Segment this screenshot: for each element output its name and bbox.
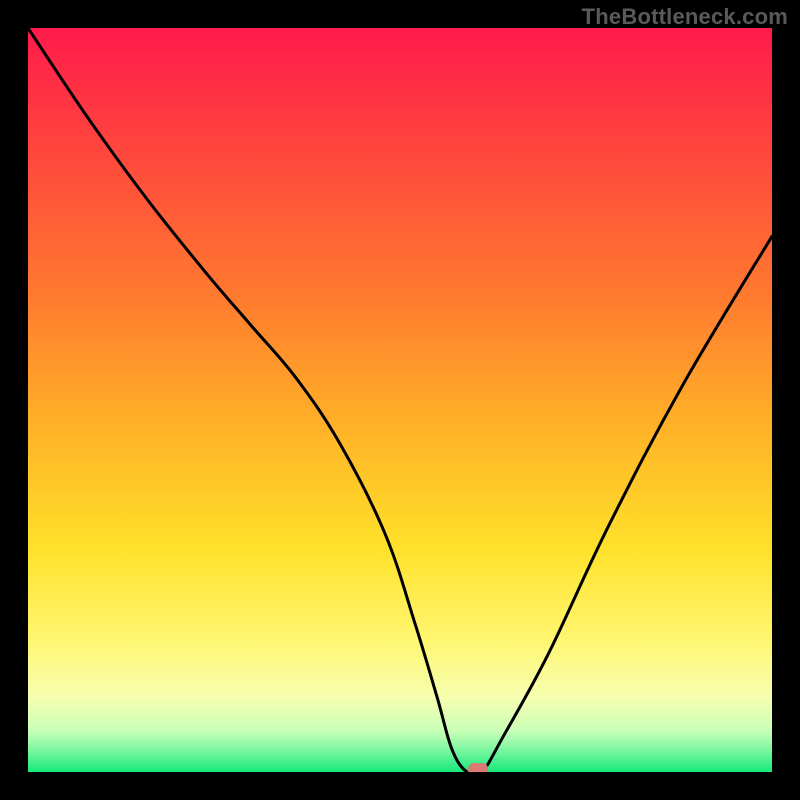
optimal-marker	[468, 763, 488, 772]
watermark-text: TheBottleneck.com	[582, 4, 788, 30]
gradient-background	[28, 28, 772, 772]
chart-frame: TheBottleneck.com	[0, 0, 800, 800]
plot-area	[28, 28, 772, 772]
bottleneck-chart	[28, 28, 772, 772]
